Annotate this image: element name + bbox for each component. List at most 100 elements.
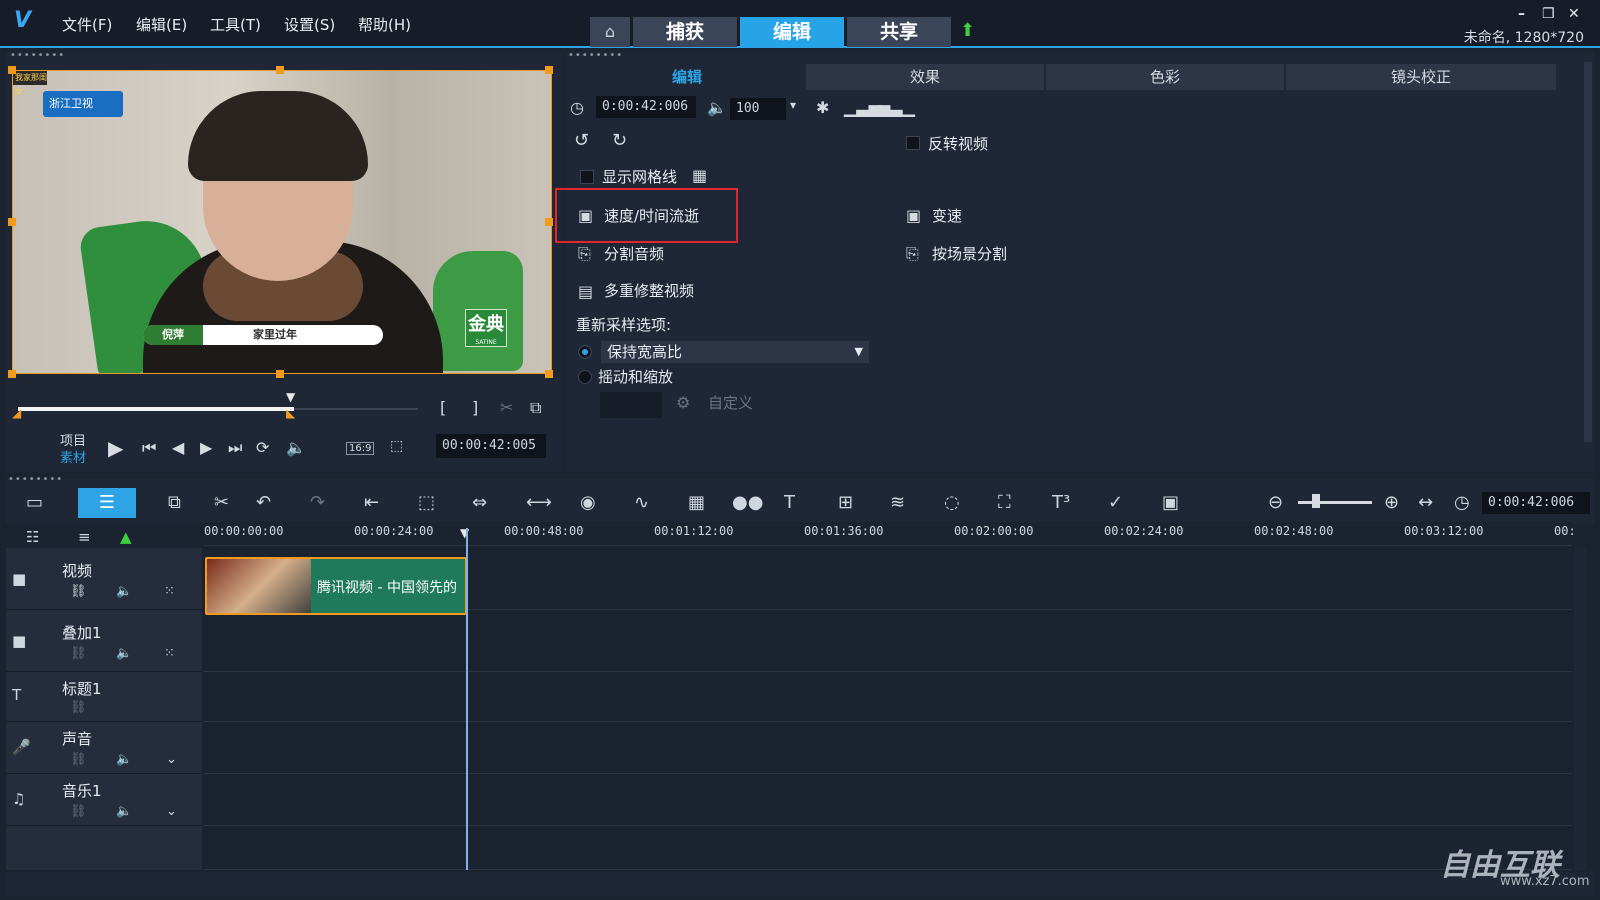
motion-tracking-icon[interactable]: ≋ (890, 492, 905, 513)
customize-button[interactable]: 自定义 (708, 392, 753, 413)
timeline-hscroll[interactable] (6, 872, 1594, 896)
audio-wave-icon[interactable]: ∿ (634, 492, 649, 513)
ripple-icon[interactable]: ⁙ (164, 646, 175, 661)
track-voice[interactable]: 🎤 声音 ⛓ 🔈 ⌄ (6, 722, 202, 774)
split-clip-icon[interactable]: ✂ (500, 398, 513, 417)
motion-icon[interactable]: ▦ (688, 492, 705, 513)
go-end-icon[interactable]: ⏭ (228, 438, 242, 458)
tab-edit[interactable]: 编辑 (740, 17, 844, 47)
show-grid-checkbox[interactable] (580, 170, 594, 184)
fit-project-icon[interactable]: ⇤ (364, 492, 379, 513)
track-volume-icon[interactable]: 🔈 (116, 584, 132, 599)
mark-out-icon[interactable]: ] (472, 398, 478, 417)
link-icon[interactable]: ⛓ (70, 584, 87, 599)
mark-in-handle-icon[interactable]: ◢ (12, 406, 21, 420)
aspect-ratio-button[interactable]: 16:9 (346, 442, 375, 455)
crop-handle-top[interactable] (276, 66, 284, 74)
pan-zoom-icon[interactable]: ⛶ (998, 492, 1011, 513)
voice-lane[interactable] (204, 722, 1572, 774)
subtitle-icon[interactable]: T (784, 492, 795, 513)
capture-icon[interactable]: ⬚ (418, 492, 435, 513)
panel-grip[interactable]: •••••••• (10, 50, 65, 61)
subtab-edit[interactable]: 编辑 (570, 64, 804, 90)
mark-in-icon[interactable]: [ (440, 398, 446, 417)
link-icon[interactable]: ⛓ (70, 804, 87, 819)
copy-icon[interactable]: ⧉ (168, 492, 181, 513)
volume-dropdown-icon[interactable]: ▾ (790, 98, 796, 112)
keep-aspect-radio[interactable] (578, 345, 592, 359)
crop-handle-br[interactable] (545, 370, 553, 378)
enlarge-preview-icon[interactable]: ⧉ (530, 398, 541, 418)
track-music[interactable]: ♫ 音乐1 ⛓ 🔈 ⌄ (6, 774, 202, 826)
menu-file[interactable]: 文件(F) (62, 14, 112, 35)
options-grip[interactable]: •••••••• (568, 50, 623, 61)
track-volume-icon[interactable]: 🔈 (116, 804, 132, 819)
variable-speed-button[interactable]: 变速 (932, 205, 962, 226)
link-icon[interactable]: ⛓ (70, 646, 87, 661)
track-manager-icon[interactable]: ☷ (26, 528, 39, 546)
track-overlay[interactable]: ■ 叠加1 ⛓ 🔈 ⁙ (6, 610, 202, 672)
mark-out-handle-icon[interactable]: ◣ (286, 406, 295, 420)
music-lane[interactable] (204, 774, 1572, 826)
timeline-grip[interactable]: •••••••• (8, 474, 63, 485)
upload-arrow-icon[interactable]: ⬆ (960, 20, 975, 41)
scrub-track[interactable] (294, 408, 418, 410)
playhead-marker-icon[interactable]: ▼ (286, 390, 300, 404)
mask-icon[interactable]: ◌ (944, 492, 960, 513)
mute-icon[interactable]: ✱ (816, 98, 829, 117)
pan-zoom-radio[interactable] (578, 370, 592, 384)
grid-icon[interactable]: ▦ (692, 166, 707, 185)
zoom-slider-thumb[interactable] (1312, 494, 1320, 508)
tab-capture[interactable]: 捕获 (633, 17, 737, 47)
next-frame-icon[interactable]: ▶ (200, 438, 212, 457)
chapter-marker-icon[interactable]: ▲ (120, 528, 132, 546)
go-start-icon[interactable]: ⏮ (142, 438, 156, 458)
undo-icon[interactable]: ↶ (256, 492, 271, 513)
timeline-vscroll[interactable] (1574, 548, 1586, 870)
tools-icon[interactable]: ✂ (214, 492, 229, 513)
multi-trim-button[interactable]: 多重修整视频 (604, 280, 694, 301)
blend-icon[interactable]: ●● (732, 492, 763, 513)
split-by-scene-button[interactable]: 按场景分割 (932, 243, 1007, 264)
close-icon[interactable]: ✕ (1568, 6, 1580, 22)
menu-help[interactable]: 帮助(H) (358, 14, 411, 35)
reverse-video-checkbox[interactable] (906, 136, 920, 150)
3d-title-icon[interactable]: T³ (1052, 492, 1070, 513)
timeline-view-icon[interactable]: ☰ (78, 488, 136, 518)
storyboard-view-icon[interactable]: ▭ (26, 492, 43, 513)
menu-edit[interactable]: 编辑(E) (136, 14, 187, 35)
preview-timecode[interactable]: 00:00:42:005 (436, 434, 546, 458)
pan-zoom-preset-dropdown[interactable] (600, 392, 662, 418)
expand-icon[interactable]: ⌄ (166, 804, 177, 819)
color-grading-icon[interactable]: ◉ (580, 492, 596, 513)
fade-in-icon[interactable]: ▁▃▅ (844, 98, 881, 117)
crop-handle-bl[interactable] (8, 370, 16, 378)
split-audio-button[interactable]: 分割音频 (604, 243, 664, 264)
video-clip[interactable]: 腾讯视频 - 中国领先的 (205, 557, 467, 615)
crop-handle-bottom[interactable] (276, 370, 284, 378)
tab-share[interactable]: 共享 (847, 17, 951, 47)
ripple-icon[interactable]: ⁙ (164, 584, 175, 599)
transform-icon[interactable]: ✓ (1108, 492, 1123, 513)
crop-handle-tl[interactable] (8, 66, 16, 74)
track-volume-icon[interactable]: 🔈 (116, 646, 132, 661)
stop-motion-icon[interactable]: ▣ (1162, 492, 1179, 513)
menu-settings[interactable]: 设置(S) (284, 14, 335, 35)
timeline-timecode[interactable]: 0:00:42:006 (1482, 492, 1590, 514)
crop-handle-tr[interactable] (545, 66, 553, 74)
duration-input[interactable]: 0:00:42:006 (596, 96, 696, 118)
zoom-slider[interactable] (1298, 501, 1372, 504)
ripple-edit-icon[interactable]: ⇔ (472, 492, 487, 513)
crop-handle-left[interactable] (8, 218, 16, 226)
volume-input[interactable]: 100 (730, 98, 786, 120)
title-lane[interactable] (204, 672, 1572, 722)
video-preview[interactable]: 我家那闺女 浙江卫视 倪萍 家里过年 金典 SATINE (12, 70, 552, 374)
track-title[interactable]: T 标题1 ⛓ (6, 672, 202, 722)
link-icon[interactable]: ⛓ (70, 752, 87, 767)
empty-lane[interactable] (204, 826, 1572, 870)
link-icon[interactable]: ⛓ (70, 700, 87, 715)
track-video[interactable]: ■ 视频 ⛓ 🔈 ⁙ (6, 548, 202, 610)
play-icon[interactable]: ▶ (108, 436, 123, 460)
rotate-left-icon[interactable]: ↺ (574, 130, 589, 151)
zoom-in-icon[interactable]: ⊕ (1384, 492, 1399, 513)
